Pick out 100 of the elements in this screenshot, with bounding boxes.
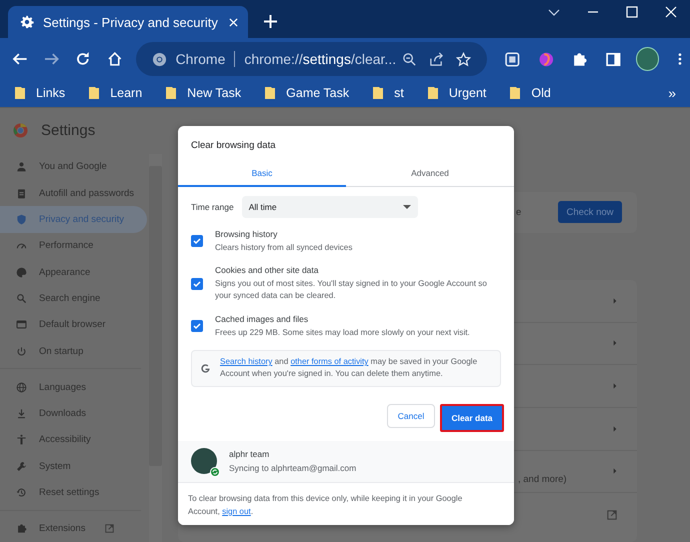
folder-icon	[509, 86, 522, 100]
settings-title: Settings	[41, 122, 96, 140]
screenshot-extension-icon[interactable]	[504, 50, 521, 68]
checkmark-icon	[192, 321, 202, 332]
site-label: Chrome	[176, 51, 226, 68]
dialog-tab[interactable]: Basic	[178, 160, 346, 187]
nav-item[interactable]: Reset settings	[0, 479, 147, 506]
power-icon	[16, 346, 27, 357]
checkbox[interactable]	[191, 278, 203, 290]
checkmark-icon	[192, 278, 202, 289]
puzzle-icon[interactable]	[571, 50, 588, 68]
palette-icon	[16, 266, 27, 278]
nav-item[interactable]: On startup	[0, 338, 147, 364]
side-panel-icon[interactable]	[604, 50, 622, 68]
external-link-icon	[105, 524, 114, 534]
check-now-button[interactable]: Check now	[558, 201, 622, 224]
nav-item[interactable]: Downloads	[0, 400, 147, 427]
sync-status: Syncing to alphrteam@gmail.com	[229, 462, 356, 473]
home-icon[interactable]	[106, 51, 123, 68]
nav-item[interactable]: Languages	[0, 374, 147, 400]
folder-icon	[14, 86, 26, 100]
checkbox[interactable]	[191, 235, 203, 248]
history-icon	[16, 487, 27, 498]
tab-title: Settings - Privacy and security	[43, 14, 219, 30]
globe-icon	[16, 382, 27, 393]
folder-icon	[264, 86, 276, 100]
chevron-right-icon[interactable]	[613, 383, 617, 390]
puzzle-icon	[16, 523, 27, 534]
nav-item[interactable]: You and Google	[0, 154, 147, 180]
option-title: Cookies and other site data	[215, 265, 320, 276]
extension-icon[interactable]	[538, 50, 554, 68]
nav-item[interactable]: Extensions	[0, 516, 147, 542]
close-icon[interactable]	[665, 6, 677, 18]
nav-item[interactable]: Search engine	[0, 285, 147, 312]
bookmark-folder[interactable]: st	[372, 86, 404, 100]
dialog-title: Clear browsing data	[190, 138, 276, 153]
accessibility-icon	[16, 434, 27, 446]
sign-out-link[interactable]: sign out	[222, 506, 251, 516]
address-bar[interactable]: Chrome chrome://settings/clear...	[136, 42, 488, 76]
more-bookmarks-button[interactable]: »	[668, 85, 676, 102]
nav-item[interactable]: Appearance	[0, 259, 147, 286]
option-description: Frees up 229 MB. Some sites may load more slowly on your next visit.	[215, 326, 470, 339]
nav-item[interactable]: Default browser	[0, 312, 147, 338]
profile-avatar[interactable]	[636, 47, 660, 72]
download-icon	[16, 408, 27, 420]
safety-check-text: e	[516, 206, 522, 218]
checkbox[interactable]	[191, 320, 203, 332]
nav-item[interactable]: Performance	[0, 232, 147, 260]
option-title: Browsing history	[215, 228, 278, 239]
checkmark-icon	[192, 236, 202, 246]
maximize-icon[interactable]	[626, 6, 638, 18]
time-range-label: Time range	[191, 202, 234, 212]
chevron-right-icon[interactable]	[613, 340, 617, 346]
option-description: Clears history from all synced devices	[215, 242, 352, 254]
option-title: Cached images and files	[215, 314, 310, 324]
star-icon[interactable]	[456, 52, 472, 67]
browser-window-icon	[16, 319, 27, 330]
time-range-dropdown[interactable]: All time	[242, 196, 418, 218]
bookmark-folder[interactable]: Old	[509, 86, 551, 100]
bookmark-folder[interactable]: New Task	[165, 86, 242, 100]
nav-item[interactable]: System	[0, 453, 147, 480]
bookmark-folder[interactable]: Learn	[88, 86, 142, 100]
share-icon[interactable]	[429, 52, 444, 67]
reload-icon[interactable]	[75, 51, 91, 68]
folder-icon	[88, 86, 100, 100]
bookmark-folder[interactable]: Links	[14, 86, 66, 100]
shield-icon	[16, 214, 27, 226]
info-text: Search history and other forms of activity may be saved in your Google Account when you're signed in. You can delete them anytime.	[220, 356, 478, 380]
menu-icon[interactable]	[678, 52, 682, 66]
back-icon[interactable]	[12, 51, 28, 68]
folder-icon	[165, 86, 178, 100]
account-name: alphr team	[229, 448, 270, 459]
bookmark-folder[interactable]: Urgent	[426, 86, 486, 100]
activity-link[interactable]: Search history	[220, 357, 272, 366]
search-icon	[16, 292, 27, 304]
cancel-button[interactable]: Cancel	[387, 404, 435, 428]
wrench-icon	[16, 460, 27, 472]
person-icon	[16, 161, 27, 172]
nav-item[interactable]: Autofill and passwords	[0, 180, 147, 206]
nav-item[interactable]: Accessibility	[0, 426, 147, 454]
option-description: Signs you out of most sites. You'll stay signed in to your Google Account so your synced data can be cleared.	[215, 278, 488, 302]
sync-badge-icon	[210, 466, 220, 477]
clipboard-icon	[16, 188, 27, 199]
caret-down-icon	[402, 204, 411, 209]
chrome-logo-icon	[13, 123, 28, 138]
chevron-right-icon[interactable]	[613, 468, 617, 474]
bookmark-folder[interactable]: Game Task	[264, 86, 350, 100]
url-text: chrome://settings/clear...	[244, 51, 396, 68]
zoom-out-icon[interactable]	[402, 52, 418, 67]
dialog-tab[interactable]: Advanced	[346, 160, 514, 187]
chevron-right-icon[interactable]	[613, 298, 617, 304]
footer-text: To clear browsing data from this device only, while keeping it in your Google Account, sign out.	[178, 482, 514, 525]
gear-icon	[20, 15, 34, 30]
new-tab-icon[interactable]	[264, 15, 277, 28]
chrome-logo-icon	[152, 52, 167, 67]
browser-tab[interactable]: Settings - Privacy and security	[8, 6, 248, 38]
clear-data-button[interactable]: Clear data	[440, 404, 504, 432]
close-icon[interactable]	[229, 18, 238, 27]
chevron-right-icon[interactable]	[613, 426, 617, 432]
activity-link[interactable]: other forms of activity	[290, 357, 368, 366]
